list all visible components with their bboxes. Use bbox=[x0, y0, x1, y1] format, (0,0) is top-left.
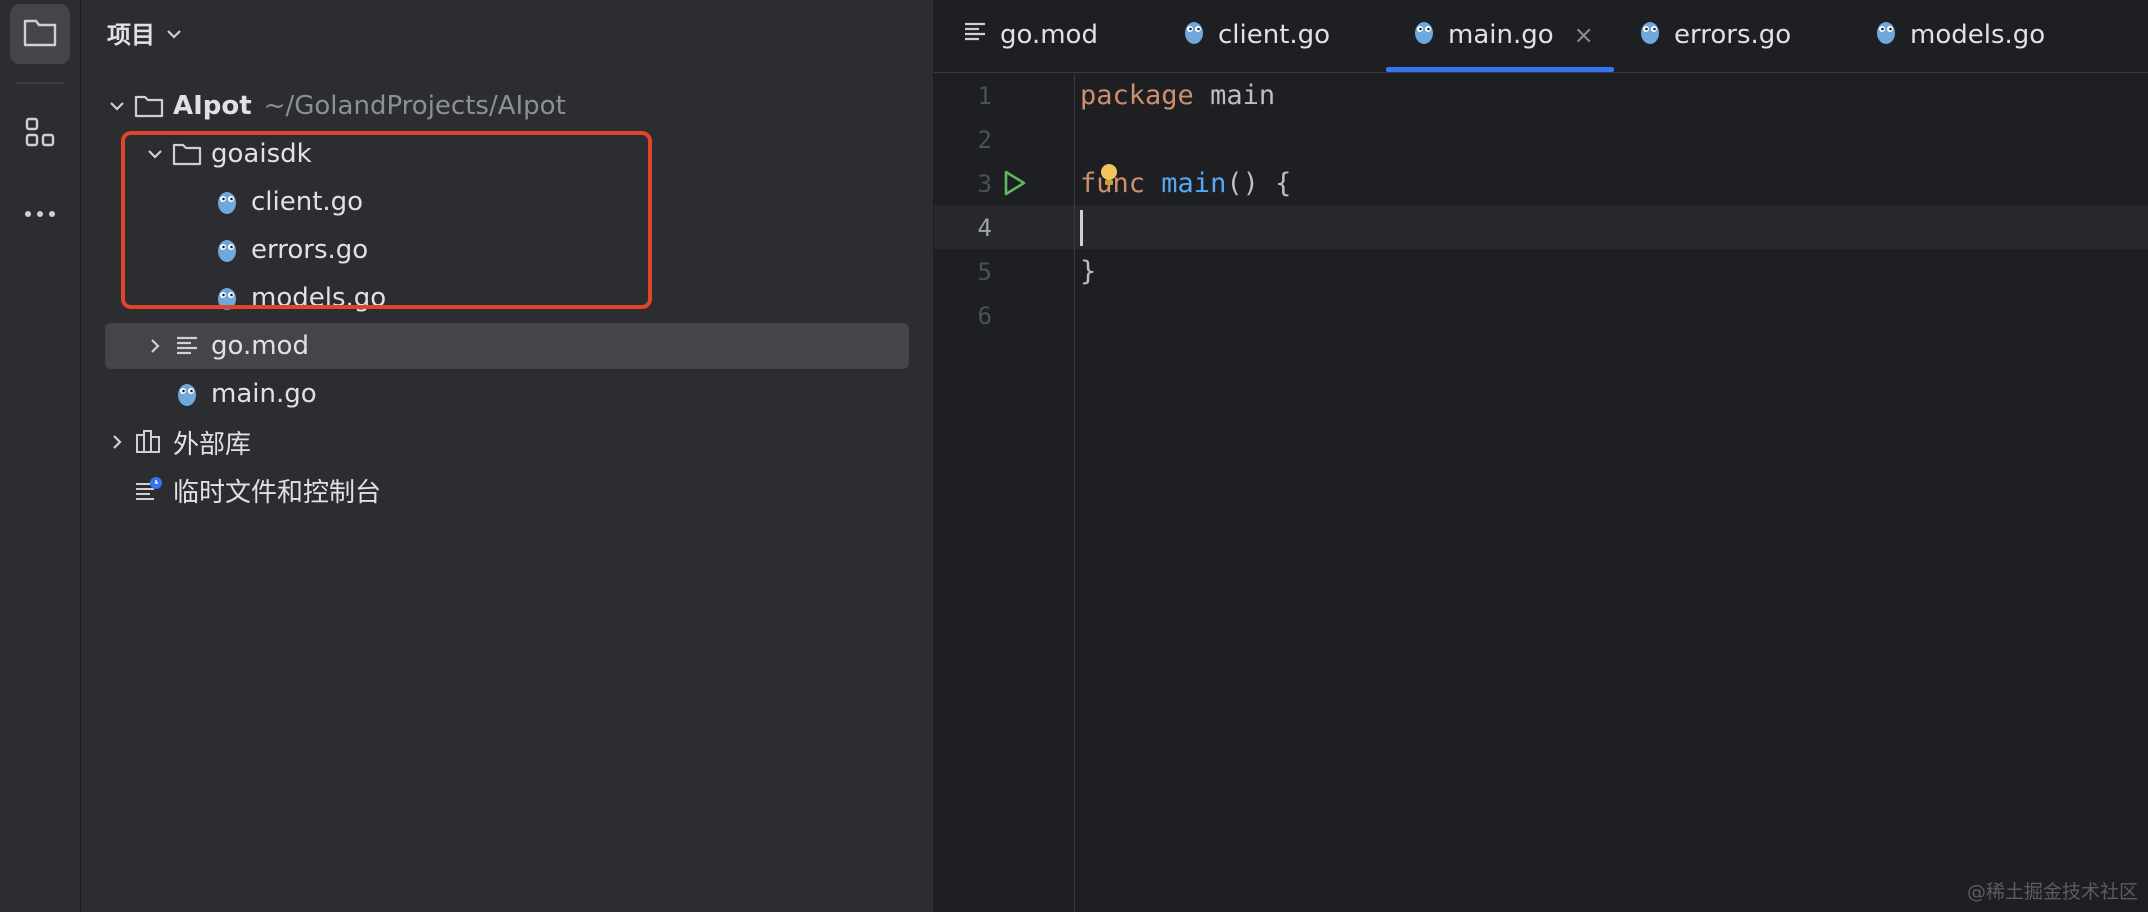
line-number: 3 bbox=[977, 170, 992, 198]
code-punctuation: () { bbox=[1226, 168, 1292, 199]
gopher-icon bbox=[1412, 18, 1436, 53]
file-name: go.mod bbox=[211, 331, 309, 361]
project-panel: 项目 AIpot ~/GolandProjects/AIpot goaisdk … bbox=[81, 0, 934, 912]
line-number: 1 bbox=[977, 82, 992, 110]
chevron-right-icon[interactable] bbox=[143, 334, 167, 358]
tab-client-go[interactable]: client.go bbox=[1182, 0, 1330, 70]
panel-title: 项目 bbox=[107, 20, 155, 49]
current-line-highlight bbox=[934, 205, 2148, 249]
code-keyword: package bbox=[1080, 80, 1194, 111]
structure-icon bbox=[24, 116, 56, 152]
file-name: main.go bbox=[211, 379, 317, 409]
structure-tool-button[interactable] bbox=[10, 104, 70, 164]
folder-icon bbox=[133, 90, 165, 122]
line-number: 4 bbox=[977, 214, 992, 242]
tab-errors-go[interactable]: errors.go bbox=[1638, 0, 1791, 70]
more-icon bbox=[23, 204, 57, 223]
tree-item-external-libraries[interactable]: 外部库 bbox=[105, 419, 909, 465]
code-line-1[interactable]: package main bbox=[1080, 80, 1275, 111]
code-identifier: main bbox=[1210, 80, 1276, 111]
library-icon bbox=[133, 426, 165, 458]
text-caret bbox=[1080, 210, 1083, 246]
tab-label: models.go bbox=[1910, 20, 2046, 50]
root-folder-name: AIpot bbox=[173, 91, 252, 121]
tab-go-mod[interactable]: go.mod bbox=[962, 0, 1098, 70]
editor-tab-bar: go.mod client.go main.go × errors.go mod… bbox=[934, 0, 2148, 73]
activity-separator bbox=[16, 82, 64, 84]
tab-models-go[interactable]: models.go bbox=[1874, 0, 2045, 70]
text-file-icon bbox=[962, 20, 988, 51]
highlight-box bbox=[121, 131, 652, 309]
gopher-icon bbox=[171, 378, 203, 410]
activity-bar bbox=[0, 0, 81, 912]
tab-label: client.go bbox=[1218, 20, 1331, 50]
tree-item-root[interactable]: AIpot ~/GolandProjects/AIpot bbox=[105, 83, 909, 129]
tab-label: errors.go bbox=[1674, 20, 1792, 50]
project-tool-button[interactable] bbox=[10, 4, 70, 64]
watermark: @稀土掘金技术社区 bbox=[1966, 881, 2138, 903]
code-punctuation: } bbox=[1080, 256, 1097, 287]
folder-icon bbox=[23, 17, 57, 51]
tab-label: main.go bbox=[1448, 20, 1554, 50]
scratch-console-icon bbox=[133, 474, 165, 506]
chevron-down-icon[interactable] bbox=[105, 94, 129, 118]
gopher-icon bbox=[1638, 18, 1662, 53]
tree-label: 外部库 bbox=[173, 429, 252, 460]
line-number: 5 bbox=[977, 258, 992, 286]
tree-label: 临时文件和控制台 bbox=[173, 477, 382, 508]
line-number: 2 bbox=[977, 126, 992, 154]
tab-label: go.mod bbox=[1000, 20, 1098, 50]
gopher-icon bbox=[1874, 18, 1898, 53]
root-folder-path: ~/GolandProjects/AIpot bbox=[263, 91, 566, 121]
line-number: 6 bbox=[977, 302, 992, 330]
text-file-icon bbox=[171, 330, 203, 362]
tree-item-scratches[interactable]: 临时文件和控制台 bbox=[105, 467, 909, 513]
chevron-down-icon bbox=[165, 18, 183, 46]
chevron-right-icon[interactable] bbox=[105, 430, 129, 454]
tab-main-go[interactable]: main.go × bbox=[1386, 0, 1614, 72]
close-icon[interactable]: × bbox=[1574, 21, 1594, 49]
tree-item-go-mod[interactable]: go.mod bbox=[105, 323, 909, 369]
lightbulb-icon[interactable] bbox=[1098, 163, 1120, 193]
gopher-icon bbox=[1182, 18, 1206, 53]
more-tools-button[interactable] bbox=[10, 183, 70, 243]
project-panel-header[interactable]: 项目 bbox=[107, 14, 183, 50]
run-icon[interactable] bbox=[1002, 169, 1028, 201]
code-line-5[interactable]: } bbox=[1080, 256, 1096, 287]
editor-area: go.mod client.go main.go × errors.go mod… bbox=[934, 0, 2148, 912]
code-function-name: main bbox=[1161, 168, 1227, 199]
tree-item-main-go[interactable]: main.go bbox=[105, 371, 909, 417]
